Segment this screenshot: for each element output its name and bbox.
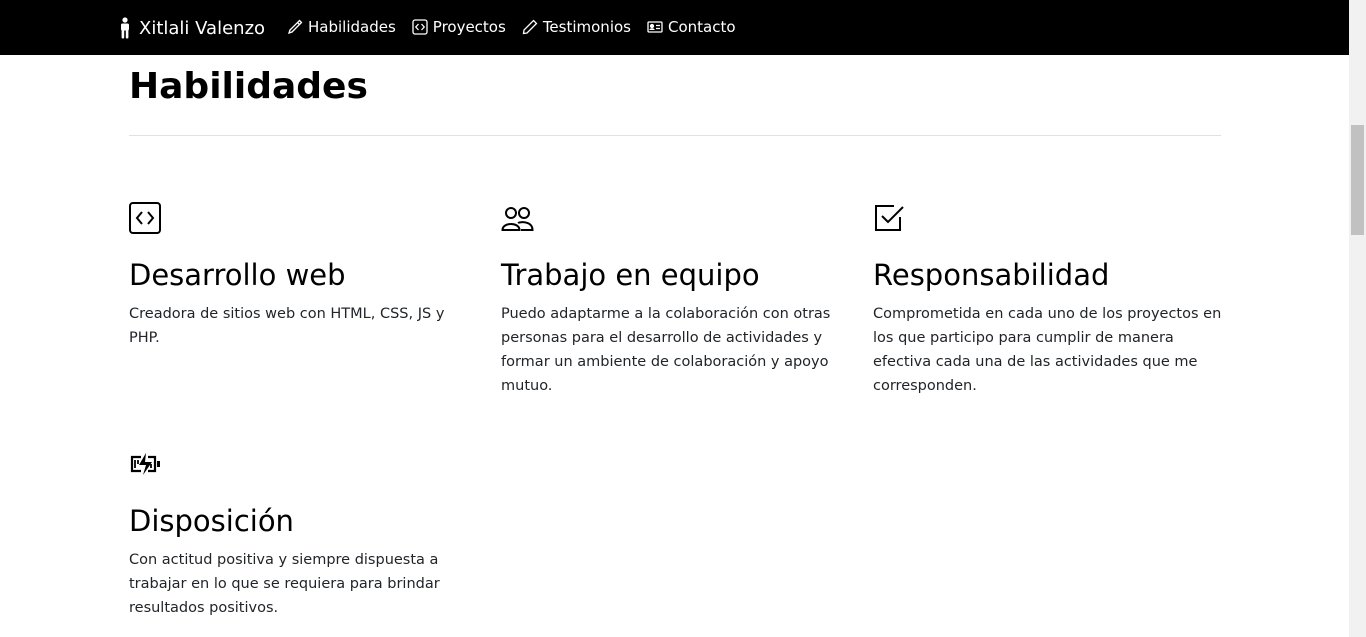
- nav-link-testimonios[interactable]: Testimonios: [522, 16, 631, 38]
- nav-link-contacto[interactable]: Contacto: [647, 16, 736, 38]
- pen-icon: [522, 19, 538, 35]
- nav-link-label: Proyectos: [432, 18, 506, 36]
- nav-link-label: Contacto: [667, 18, 736, 36]
- skill-description: Comprometida en cada uno de los proyecto…: [873, 306, 1222, 394]
- pencil-icon: [287, 19, 303, 35]
- vertical-scrollbar[interactable]: [1349, 0, 1366, 637]
- skill-card: Responsabilidad Comprometida en cada uno…: [873, 201, 1223, 394]
- skill-title: Trabajo en equipo: [501, 258, 760, 292]
- skill-card: Trabajo en equipo Puedo adaptarme a la c…: [501, 201, 851, 394]
- brand-name: Xitlali Valenzo: [139, 17, 266, 39]
- skill-card: Desarrollo web Creadora de sitios web co…: [129, 201, 479, 346]
- page-title: Habilidades: [129, 66, 368, 107]
- people-icon: [501, 207, 534, 231]
- code-square-icon: [129, 202, 161, 234]
- nav-link-label: Habilidades: [308, 18, 396, 36]
- scrollbar-thumb[interactable]: [1351, 125, 1364, 235]
- nav-link-proyectos[interactable]: Proyectos: [412, 16, 506, 38]
- skill-title: Responsabilidad: [873, 258, 1110, 292]
- code-square-icon: [412, 19, 428, 35]
- battery-charging-icon: [130, 453, 160, 475]
- skill-card: Disposición Con actitud positiva y siemp…: [129, 447, 479, 616]
- skill-title: Disposición: [129, 504, 294, 538]
- person-standing-icon: [121, 17, 129, 39]
- nav-link-label: Testimonios: [542, 18, 631, 36]
- check-square-icon: [875, 205, 904, 231]
- skill-description: Puedo adaptarme a la colaboración con ot…: [501, 306, 831, 394]
- nav-links: Habilidades Proyectos Testimonios Contac…: [287, 16, 752, 38]
- brand-link[interactable]: Xitlali Valenzo: [118, 15, 265, 41]
- skill-description: Creadora de sitios web con HTML, CSS, JS…: [129, 306, 445, 346]
- skill-description: Con actitud positiva y siempre dispuesta…: [129, 552, 440, 616]
- person-card-icon: [647, 21, 663, 33]
- nav-link-habilidades[interactable]: Habilidades: [287, 16, 396, 38]
- skill-title: Desarrollo web: [129, 258, 346, 292]
- divider: [129, 135, 1221, 136]
- navbar: Xitlali Valenzo Habilidades Proyectos Te…: [0, 0, 1349, 55]
